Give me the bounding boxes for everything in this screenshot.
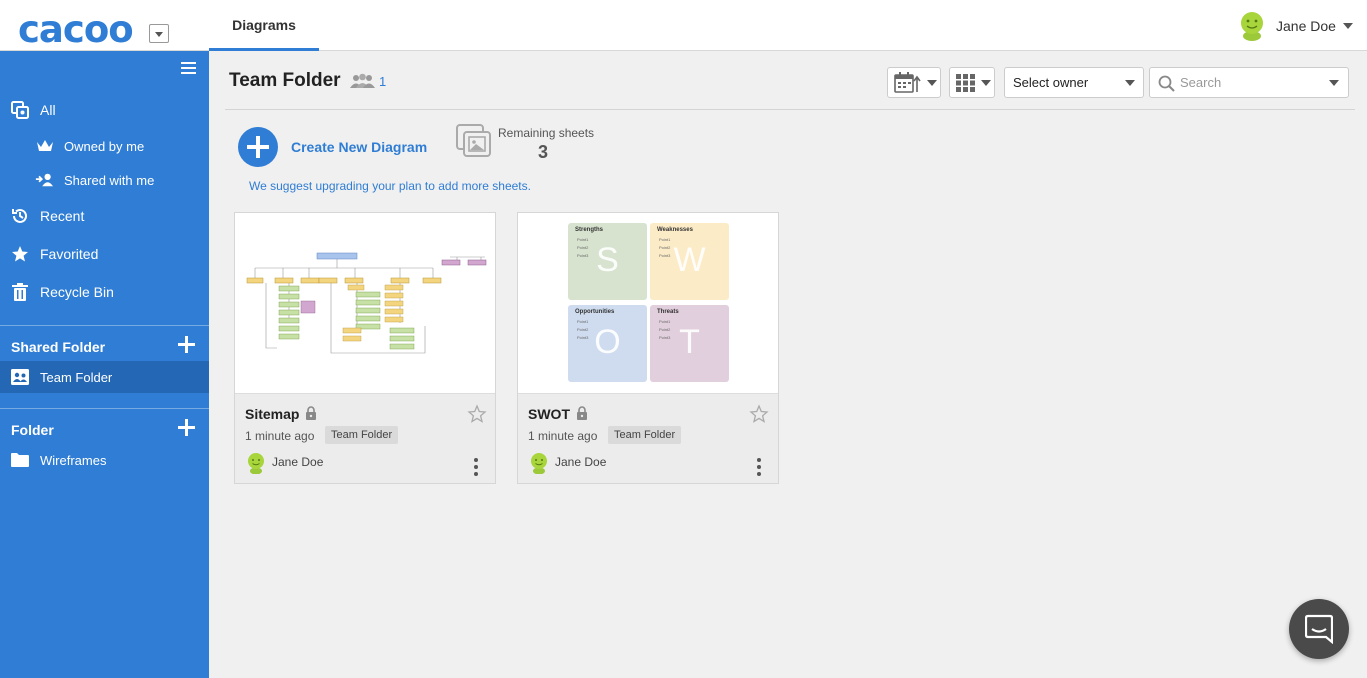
sort-button[interactable]	[887, 67, 941, 98]
diagram-card-sitemap[interactable]: Sitemap 1 minute ago Team Folder Jane Do…	[234, 212, 496, 484]
owner-select-value: Select owner	[1013, 75, 1089, 90]
chevron-down-icon[interactable]	[1329, 79, 1339, 86]
sidebar-item-label: Shared with me	[64, 172, 155, 188]
sidebar-item-label: Team Folder	[40, 369, 113, 385]
diagram-thumbnail[interactable]	[235, 213, 495, 393]
avatar	[248, 453, 264, 474]
owner-select[interactable]: Select owner	[1004, 67, 1144, 98]
sidebar-item-label: Recycle Bin	[40, 284, 114, 300]
user-menu[interactable]: Jane Doe	[1238, 11, 1353, 41]
calendar-sort-icon	[894, 71, 921, 93]
remaining-sheets-label: Remaining sheets	[498, 126, 595, 140]
folder-tag[interactable]: Team Folder	[608, 426, 682, 444]
favorite-star-icon[interactable]	[467, 404, 487, 424]
sidebar-item-recycle-bin[interactable]: Recycle Bin	[0, 281, 209, 303]
chat-launcher-button[interactable]	[1289, 599, 1349, 659]
remaining-sheets-count: 3	[538, 142, 549, 162]
team-folder-row-content: Team Folder	[0, 367, 209, 387]
cacoo-logo[interactable]: cacoo	[18, 8, 134, 51]
sitemap-thumbnail	[246, 252, 487, 354]
modified-time: 1 minute ago	[528, 429, 598, 443]
add-shared-folder-icon[interactable]	[178, 336, 195, 353]
lock-icon	[306, 406, 316, 420]
create-new-diagram-icon[interactable]	[238, 127, 278, 167]
card-footer: SWOT 1 minute ago Team Folder Jane Doe	[518, 393, 778, 483]
grid-view-icon	[956, 73, 975, 92]
avatar	[531, 453, 547, 474]
owner-name: Jane Doe	[555, 455, 607, 469]
owner-name: Jane Doe	[272, 455, 324, 469]
star-icon	[11, 245, 29, 263]
sidebar-item-label: All	[40, 102, 56, 118]
modified-time: 1 minute ago	[245, 429, 315, 443]
sidebar-item-recent[interactable]: Recent	[0, 205, 209, 227]
diagram-name[interactable]: Sitemap	[245, 406, 299, 422]
avatar	[1241, 12, 1263, 41]
trash-icon	[11, 283, 29, 301]
card-footer: Sitemap 1 minute ago Team Folder Jane Do…	[235, 393, 495, 483]
favorite-star-icon[interactable]	[749, 404, 769, 424]
diagram-name[interactable]: SWOT	[528, 406, 570, 422]
header-divider	[225, 109, 1355, 110]
copy-icon	[11, 101, 29, 119]
users-icon	[350, 73, 375, 88]
sidebar-divider	[0, 408, 209, 409]
history-icon	[11, 207, 29, 225]
search-icon	[1158, 75, 1175, 92]
sidebar-item-wireframes[interactable]: Wireframes	[0, 450, 209, 470]
folder-tag[interactable]: Team Folder	[325, 426, 399, 444]
diagram-thumbnail[interactable]: Strengths Point1 Point2 Point3 S Weaknes…	[518, 213, 778, 393]
sheets-icon	[456, 124, 491, 157]
sidebar-item-label: Recent	[40, 208, 85, 224]
diagram-card-swot[interactable]: Strengths Point1 Point2 Point3 S Weaknes…	[517, 212, 779, 484]
chevron-down-icon	[927, 79, 937, 86]
more-options-icon[interactable]	[473, 458, 479, 476]
swot-quadrant-opportunities: Opportunities Point1 Point2 Point3 O	[568, 305, 647, 382]
folder-icon	[11, 451, 29, 469]
chevron-down-icon	[981, 79, 991, 86]
sidebar-item-label: Favorited	[40, 246, 99, 262]
sidebar-item-label: Wireframes	[40, 452, 107, 468]
top-bar: cacoo Diagrams Jane Doe	[0, 0, 1367, 51]
sidebar-item-all[interactable]: All	[0, 99, 209, 121]
sidebar-item-favorited[interactable]: Favorited	[0, 243, 209, 265]
upgrade-link[interactable]: We suggest upgrading your plan to add mo…	[249, 179, 531, 193]
swot-quadrant-threats: Threats Point1 Point2 Point3 T	[650, 305, 729, 382]
shared-folder-header: Shared Folder	[11, 339, 106, 355]
folder-members[interactable]: 1	[350, 73, 386, 89]
sidebar-divider	[0, 325, 209, 326]
shared-user-icon	[35, 171, 53, 189]
more-options-icon[interactable]	[756, 458, 762, 476]
swot-quadrant-weaknesses: Weaknesses Point1 Point2 Point3 W	[650, 223, 729, 300]
page-title: Team Folder	[229, 70, 341, 91]
search-input[interactable]	[1180, 75, 1320, 90]
sidebar-item-owned-by-me[interactable]: Owned by me	[0, 136, 209, 156]
hamburger-menu-icon[interactable]	[181, 62, 196, 75]
chevron-down-icon	[1342, 23, 1353, 29]
shared-folder-icon	[11, 368, 29, 386]
swot-quadrant-strengths: Strengths Point1 Point2 Point3 S	[568, 223, 647, 300]
view-mode-button[interactable]	[949, 67, 995, 98]
app-menu-dropdown-button[interactable]	[149, 24, 169, 43]
member-count: 1	[379, 73, 387, 89]
chat-icon	[1305, 614, 1333, 644]
create-new-diagram-button[interactable]: Create New Diagram	[291, 139, 427, 155]
chevron-down-icon	[1125, 79, 1135, 86]
search-box[interactable]	[1149, 67, 1349, 98]
add-folder-icon[interactable]	[178, 419, 195, 436]
crown-icon	[36, 137, 54, 155]
sidebar: All Owned by me Shared with me Recent Fa…	[0, 51, 209, 678]
sidebar-item-label: Owned by me	[64, 138, 145, 154]
lock-icon	[577, 406, 587, 420]
folder-header: Folder	[11, 422, 54, 438]
user-name: Jane Doe	[1276, 18, 1336, 34]
tab-diagrams[interactable]: Diagrams	[209, 0, 319, 51]
sidebar-item-shared-with-me[interactable]: Shared with me	[0, 170, 209, 190]
